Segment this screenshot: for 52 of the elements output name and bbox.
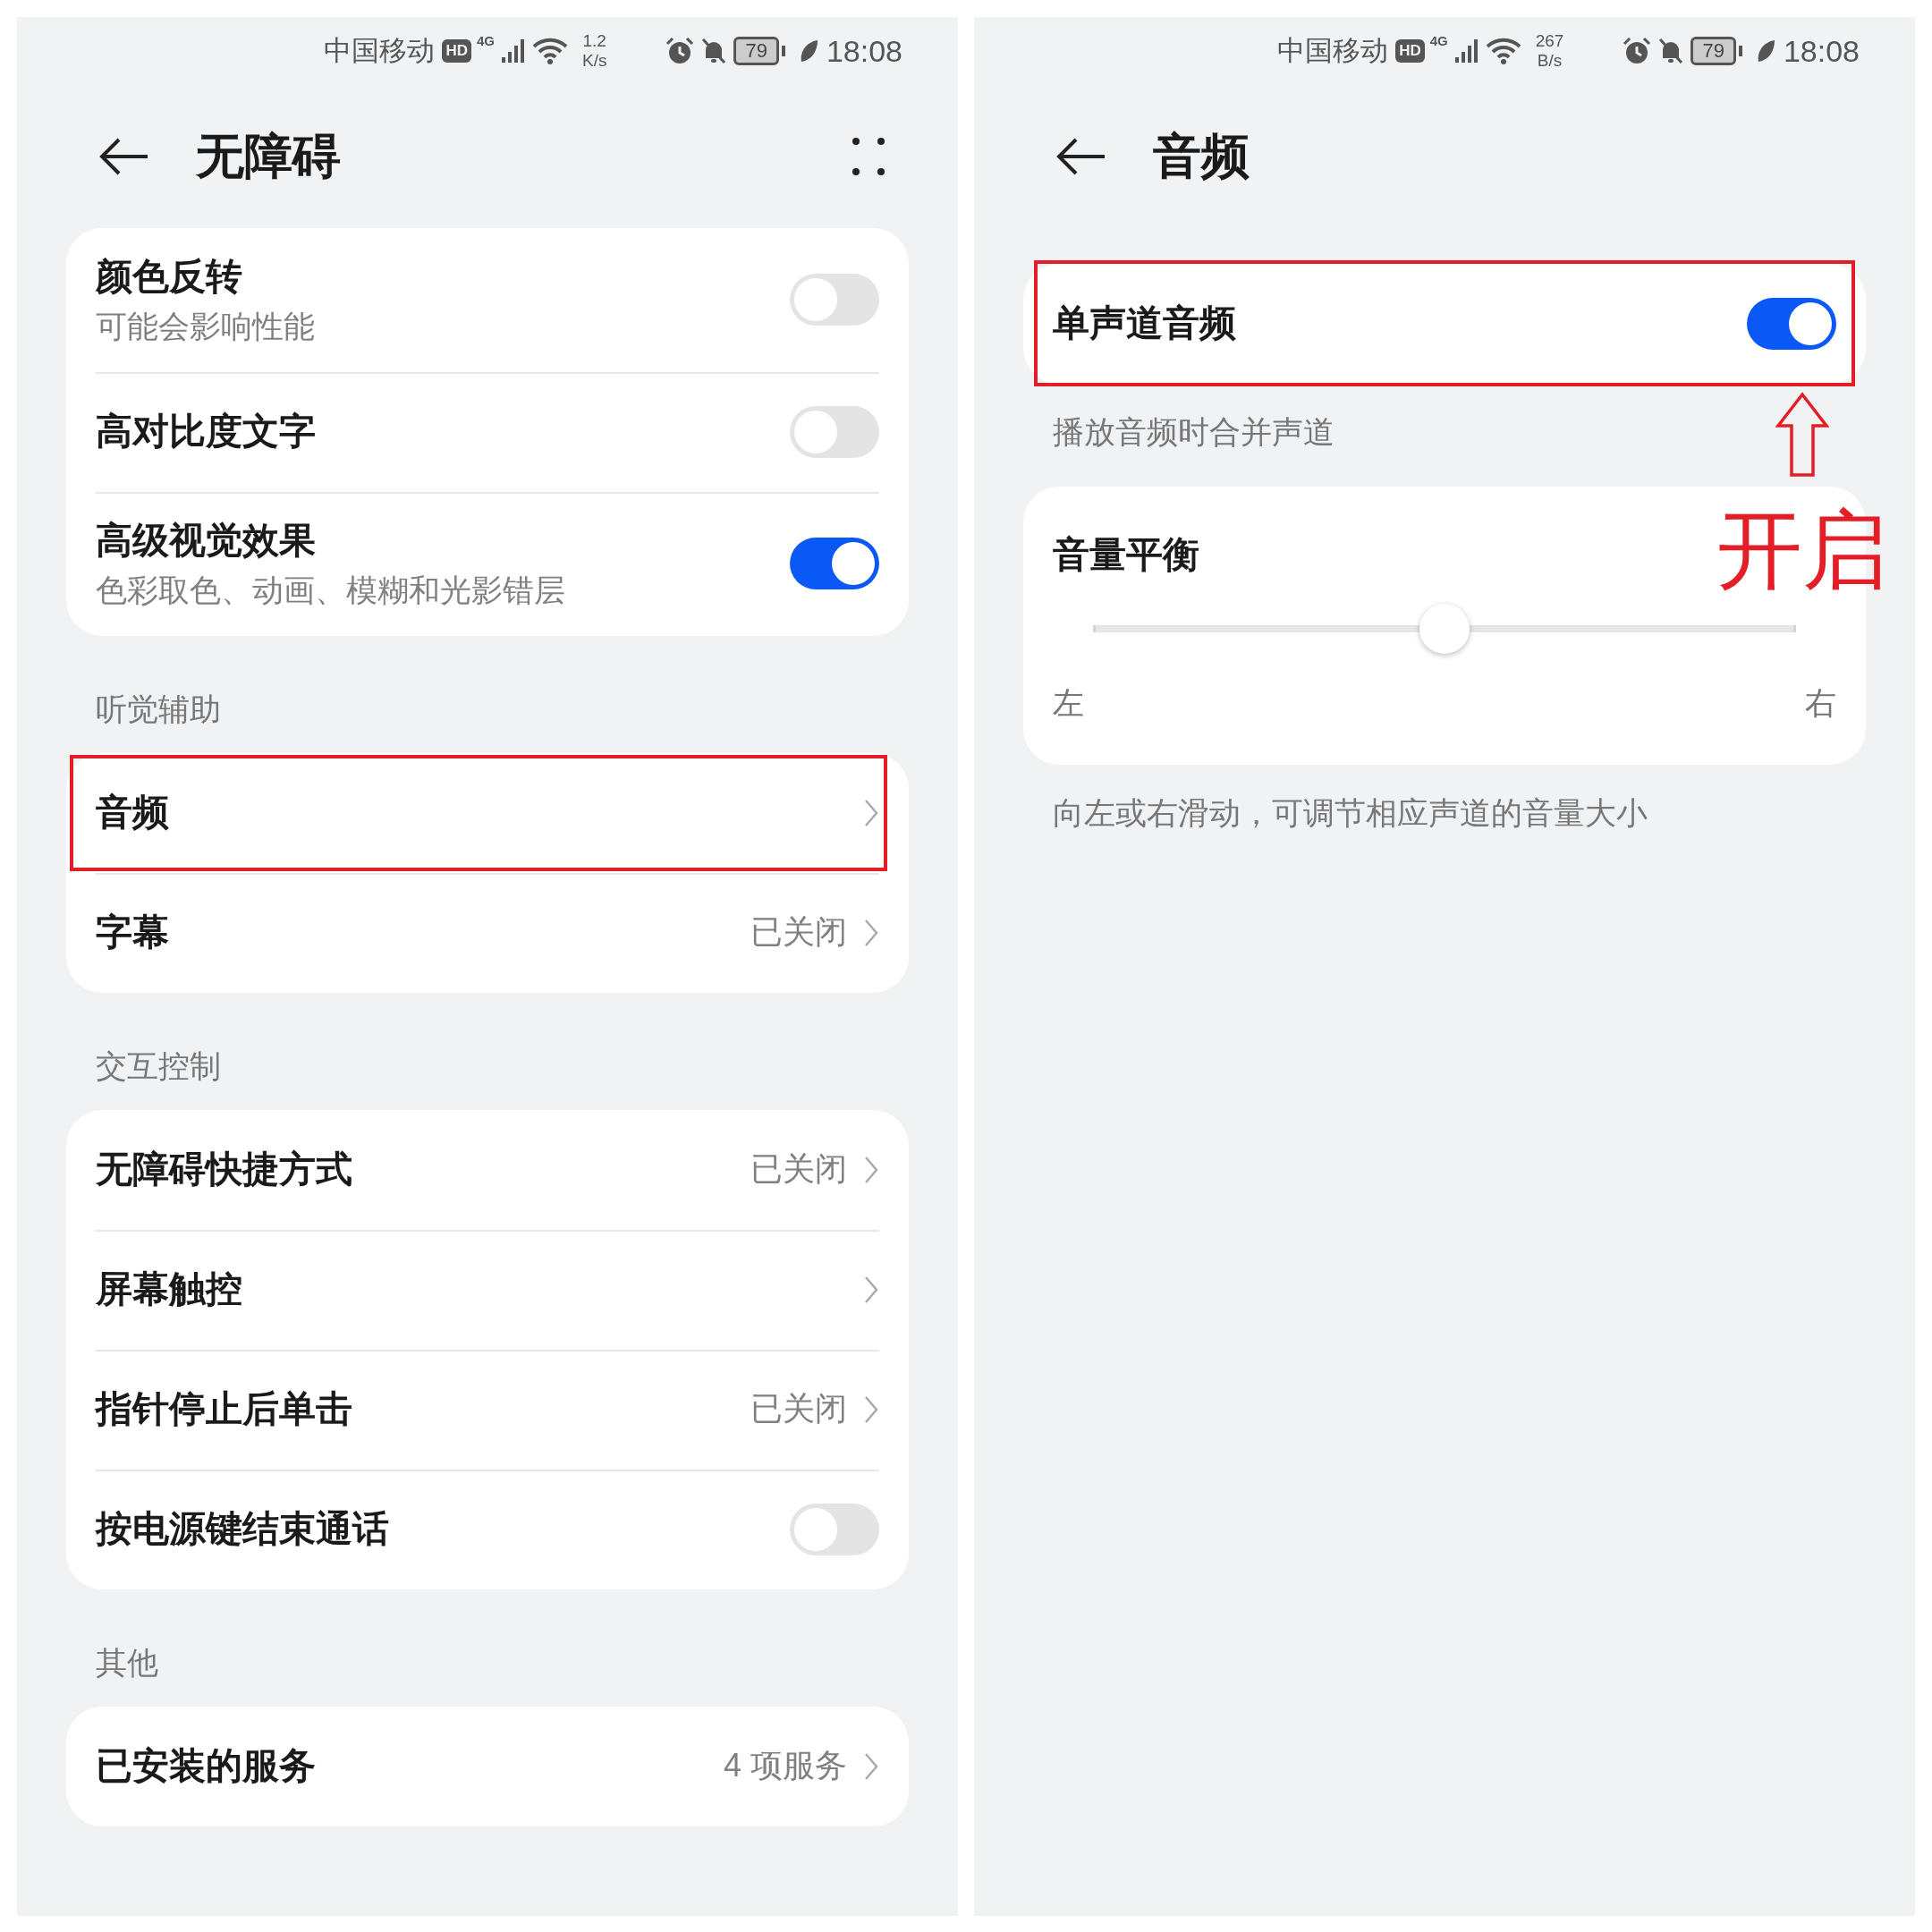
signal-icon — [499, 38, 527, 64]
setting-value: 已关闭 — [750, 912, 847, 953]
clock-time: 18:08 — [1783, 33, 1860, 69]
setting-title: 指针停止后单击 — [96, 1386, 353, 1431]
annotation-text: 开启 — [1716, 507, 1888, 593]
description-text: 向左或右滑动，可调节相应声道的音量大小 — [1053, 794, 1648, 833]
section-heading: 听觉辅助 — [95, 690, 222, 728]
up-arrow-icon — [1775, 392, 1829, 478]
section-heading: 其他 — [95, 1643, 159, 1682]
setting-subtitle: 色彩取色、动画、模糊和光影错层 — [96, 572, 566, 610]
network-type: 4G — [1429, 33, 1448, 48]
setting-subtitle: 可能会影响性能 — [96, 308, 316, 346]
description-text: 播放音频时合并声道 — [1053, 413, 1335, 451]
setting-title: 字幕 — [96, 910, 170, 954]
page-title: 音频 — [1153, 127, 1250, 184]
alarm-icon — [1623, 37, 1652, 65]
section-heading: 交互控制 — [95, 1046, 222, 1085]
slider-min-label: 左 — [1053, 684, 1084, 723]
battery-level: 79 — [1690, 37, 1742, 65]
wifi-icon — [531, 37, 568, 65]
setting-title: 高对比度文字 — [96, 410, 317, 454]
setting-title: 高级视觉效果 — [96, 518, 317, 563]
battery-level: 79 — [733, 37, 785, 65]
network-type: 4G — [476, 33, 495, 48]
alarm-icon — [665, 37, 695, 65]
setting-title: 按电源键结束通话 — [96, 1506, 390, 1551]
setting-title: 屏幕触控 — [96, 1267, 243, 1311]
setting-title: 音量平衡 — [1053, 533, 1199, 577]
hd-badge: HD — [1395, 39, 1425, 63]
clock-time: 18:08 — [826, 33, 902, 69]
page-title: 无障碍 — [196, 127, 342, 184]
setting-title: 音频 — [96, 790, 170, 835]
toggle-switch[interactable] — [1747, 298, 1836, 350]
setting-value: 4 项服务 — [723, 1746, 847, 1786]
setting-value: 已关闭 — [750, 1389, 847, 1429]
speed-value: 1.2 — [582, 31, 606, 51]
setting-value: 已关闭 — [750, 1149, 847, 1190]
hd-badge: HD — [442, 39, 471, 63]
speed-value: 267 — [1535, 31, 1564, 51]
setting-title: 颜色反转 — [96, 255, 243, 299]
toggle-switch[interactable] — [790, 538, 879, 590]
carrier-name: 中国移动 — [324, 34, 436, 68]
speed-unit: K/s — [581, 51, 607, 71]
setting-title: 已安装的服务 — [96, 1743, 317, 1788]
speed-unit: B/s — [1537, 51, 1563, 71]
slider-max-label: 右 — [1805, 684, 1836, 723]
setting-title: 无障碍快捷方式 — [96, 1147, 353, 1191]
wifi-icon — [1485, 37, 1521, 65]
setting-title: 单声道音频 — [1053, 301, 1237, 346]
slider-thumb[interactable] — [1419, 604, 1470, 655]
carrier-name: 中国移动 — [1277, 34, 1389, 68]
signal-icon — [1453, 38, 1480, 64]
